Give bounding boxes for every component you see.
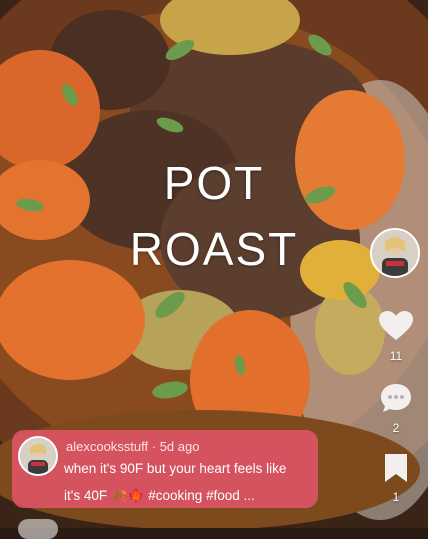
- comment-count: 2: [392, 421, 400, 435]
- creator-avatar[interactable]: [370, 228, 420, 278]
- save-count: 1: [392, 490, 400, 504]
- avatar-image: [372, 230, 418, 276]
- comment-bubble-icon: [381, 384, 411, 412]
- video-title-line-1: POT: [163, 157, 265, 209]
- caption-time-ago: 5d ago: [159, 439, 200, 454]
- caption-username-line[interactable]: alexcooksstuff · 5d ago: [66, 439, 199, 454]
- like-count: 11: [389, 349, 403, 363]
- caption-avatar[interactable]: [18, 436, 58, 476]
- bottom-sheet-handle[interactable]: [18, 519, 58, 539]
- save-button[interactable]: 1: [376, 453, 416, 504]
- caption-username[interactable]: alexcooksstuff: [66, 439, 148, 454]
- caption-separator: ·: [148, 439, 160, 454]
- caption-avatar-image: [20, 438, 56, 474]
- caption-text[interactable]: when it's 90F but your heart feels like …: [64, 455, 312, 503]
- comment-button[interactable]: 2: [376, 382, 416, 435]
- heart-icon: [379, 311, 413, 340]
- caption-line-1: when it's 90F but your heart feels like: [64, 461, 287, 476]
- like-button[interactable]: 11: [376, 310, 416, 363]
- bookmark-icon: [385, 454, 407, 482]
- caption-line-2: it's 40F 🍂🍁 #cooking #food ...: [64, 488, 255, 503]
- video-title-line-2: ROAST: [129, 223, 299, 275]
